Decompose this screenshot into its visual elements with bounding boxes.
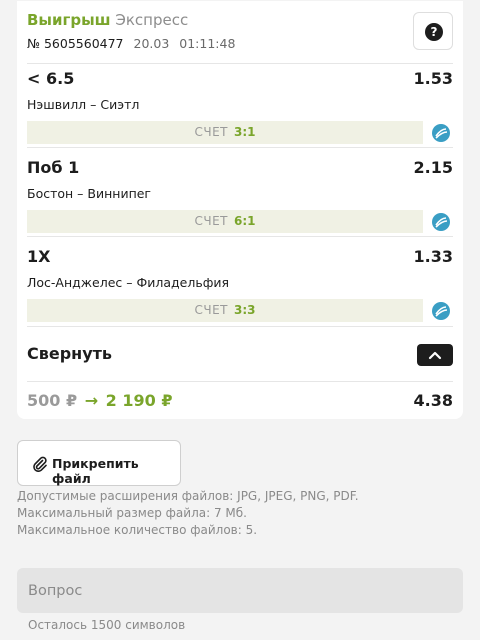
bet-pick: < 6.5 [27, 69, 75, 88]
divider [27, 326, 453, 327]
bet-date: 20.03 [133, 36, 170, 51]
collapse-label[interactable]: Свернуть [27, 344, 112, 363]
divider [27, 63, 453, 64]
score-label: СЧЕТ [194, 303, 229, 317]
bet-odd: 2.15 [413, 158, 453, 177]
rule-extensions: Допустимые расширения файлов: JPG, JPEG,… [17, 489, 359, 503]
score-label: СЧЕТ [194, 125, 229, 139]
score-bar: СЧЕТ 3:3 [27, 299, 423, 322]
score-bar: СЧЕТ 3:1 [27, 121, 423, 144]
bet-meta: № 5605560477 20.03 01:11:48 [27, 36, 235, 51]
file-rules: Допустимые расширения файлов: JPG, JPEG,… [17, 488, 359, 539]
help-button[interactable]: ? [413, 12, 453, 50]
bet-type: Экспресс [115, 11, 189, 29]
payout-amount: 2 190 ₽ [105, 391, 173, 410]
bet-row: 1X 1.33 Лос-Анджелес – Филадельфия СЧЕТ 3… [17, 243, 463, 331]
score-bar: СЧЕТ 6:1 [27, 210, 423, 233]
bet-odd: 1.53 [413, 69, 453, 88]
bet-row: < 6.5 1.53 Нэшвилл – Сиэтл СЧЕТ 3:1 [17, 65, 463, 153]
rule-max-size: Максимальный размер файла: 7 Мб. [17, 506, 247, 520]
chars-remaining: Осталось 1500 символов [28, 618, 186, 632]
bet-odd: 1.33 [413, 247, 453, 266]
question-circle-icon: ? [425, 23, 443, 41]
hockey-puck-icon [432, 124, 450, 142]
total-odd: 4.38 [413, 391, 453, 410]
paperclip-icon [33, 456, 47, 472]
divider [27, 381, 453, 382]
bet-pick: 1X [27, 247, 51, 266]
bet-summary: 500 ₽ → 2 190 ₽ [27, 391, 172, 410]
attach-file-button[interactable]: Прикрепить файл [17, 440, 181, 486]
bet-status: Выигрыш [27, 11, 111, 29]
bet-pick: Поб 1 [27, 158, 80, 177]
attach-file-label: Прикрепить файл [52, 456, 139, 486]
rule-max-count: Максимальное количество файлов: 5. [17, 523, 258, 537]
bet-teams: Нэшвилл – Сиэтл [27, 97, 140, 112]
divider [27, 147, 453, 148]
hockey-puck-icon [432, 302, 450, 320]
chevron-up-icon [428, 351, 442, 360]
score-value: 3:3 [234, 303, 256, 317]
score-value: 6:1 [234, 214, 256, 228]
score-label: СЧЕТ [194, 214, 229, 228]
score-value: 3:1 [234, 125, 256, 139]
bet-time: 01:11:48 [179, 36, 236, 51]
divider [27, 236, 453, 237]
bet-card: Выигрыш Экспресс № 5605560477 20.03 01:1… [17, 1, 463, 419]
hockey-puck-icon [432, 213, 450, 231]
arrow-right-icon: → [84, 391, 99, 410]
bet-teams: Лос-Анджелес – Филадельфия [27, 275, 230, 290]
bet-row: Поб 1 2.15 Бостон – Виннипег СЧЕТ 6:1 [17, 154, 463, 242]
collapse-button[interactable] [417, 344, 453, 366]
question-input[interactable] [17, 568, 463, 613]
bet-teams: Бостон – Виннипег [27, 186, 151, 201]
bet-title: Выигрыш Экспресс [27, 11, 188, 29]
bet-id: № 5605560477 [27, 36, 124, 51]
stake-amount: 500 ₽ [27, 391, 78, 410]
